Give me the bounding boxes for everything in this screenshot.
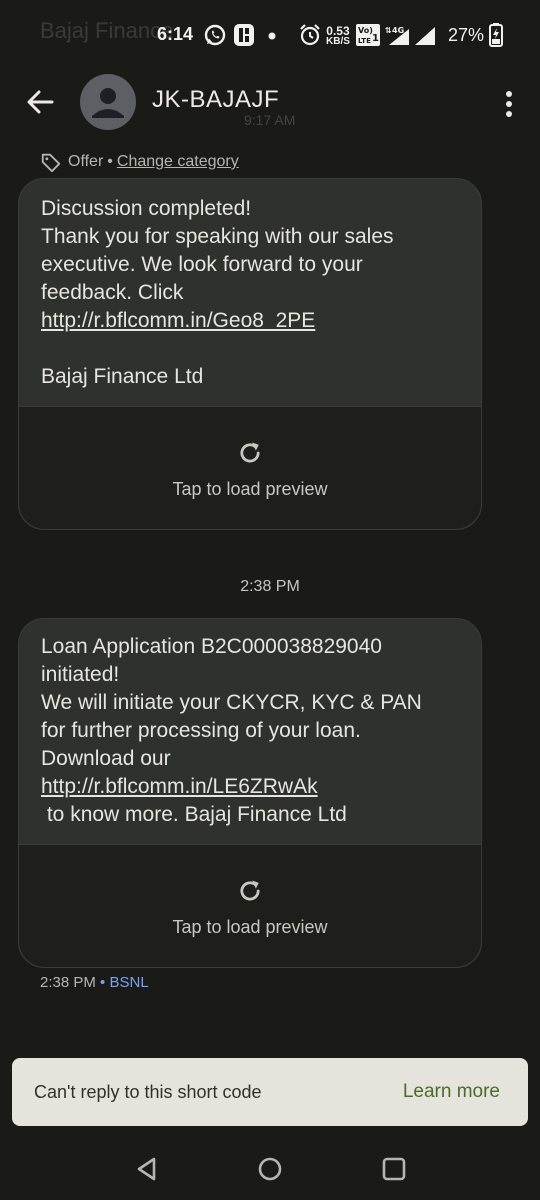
- messages-screen: Bajaj Finance 6:14 0.53 KB/S Vo) LTE 1 ⇅…: [0, 0, 540, 1200]
- navigation-bar: [0, 1138, 540, 1200]
- person-icon: [92, 88, 124, 118]
- alarm-icon: [300, 24, 320, 46]
- status-time: 6:14: [157, 24, 194, 44]
- message-text: Discussion completed! Thank you for spea…: [19, 179, 481, 403]
- message-signature: Bajaj Finance Ltd: [41, 365, 204, 388]
- message-link[interactable]: http://r.bflcomm.in/LE6ZRwAk: [41, 775, 318, 798]
- message-line: executive. We look forward to your: [41, 253, 363, 276]
- message-bubble[interactable]: Discussion completed! Thank you for spea…: [18, 178, 482, 530]
- learn-more-button[interactable]: Learn more: [403, 1081, 500, 1103]
- category-label: Offer: [68, 153, 104, 170]
- avatar[interactable]: [80, 74, 136, 130]
- nav-back-icon[interactable]: [134, 1156, 160, 1182]
- change-category-link[interactable]: Change category: [117, 153, 239, 171]
- preview-label: Tap to load preview: [172, 479, 328, 499]
- short-code-snackbar: Can't reply to this short code Learn mor…: [12, 1058, 528, 1126]
- tag-icon: [41, 153, 61, 173]
- svg-text:1: 1: [372, 33, 379, 44]
- message-line: Download our: [41, 747, 171, 770]
- contact-name[interactable]: JK-BAJAJF: [152, 86, 279, 114]
- preview-label: Tap to load preview: [172, 917, 328, 937]
- message-line: initiated!: [41, 663, 120, 686]
- battery-charging-icon: [489, 23, 503, 47]
- message-line: Thank you for speaking with our sales: [41, 225, 394, 248]
- svg-text:⇅: ⇅: [385, 26, 392, 35]
- message-link[interactable]: http://r.bflcomm.in/Geo8_2PE: [41, 309, 315, 332]
- svg-text:Vo): Vo): [358, 26, 373, 35]
- conversation-header: JK-BAJAJF 9:17 AM: [0, 72, 540, 134]
- volte-icon: Vo) LTE 1: [356, 24, 380, 46]
- svg-text:LTE: LTE: [358, 37, 371, 45]
- message-line: Discussion completed!: [41, 197, 252, 220]
- network-speed: 0.53 KB/S: [326, 25, 350, 47]
- snackbar-message: Can't reply to this short code: [34, 1082, 262, 1102]
- network-speed-unit: KB/S: [326, 36, 350, 47]
- refresh-icon: [240, 880, 260, 901]
- refresh-icon: [240, 442, 260, 463]
- ghost-time: 9:17 AM: [244, 112, 296, 128]
- category-row: Offer • Change category: [40, 150, 239, 174]
- meta-separator: •: [100, 974, 106, 991]
- message-text: Loan Application B2C000038829040 initiat…: [19, 619, 481, 841]
- nav-recents-icon[interactable]: [381, 1156, 407, 1182]
- message-time: 2:38 PM: [40, 974, 96, 991]
- link-preview[interactable]: Tap to load preview: [19, 406, 481, 529]
- more-options-icon[interactable]: [494, 86, 524, 122]
- message-meta: 2:38 PM • BSNL: [40, 974, 149, 991]
- carrier-label: BSNL: [109, 974, 149, 991]
- message-line: Loan Application B2C000038829040: [41, 635, 382, 658]
- battery-percentage: 27%: [448, 25, 485, 45]
- message-line: We will initiate your CKYCR, KYC & PAN: [41, 691, 422, 714]
- message-line: feedback. Click: [41, 281, 184, 304]
- link-preview[interactable]: Tap to load preview: [19, 844, 481, 967]
- message-line: for further processing of your loan.: [41, 719, 361, 742]
- signal-strength-icon: ⇅ 4G: [385, 26, 435, 45]
- message-bubble[interactable]: Loan Application B2C000038829040 initiat…: [18, 618, 482, 968]
- status-bar: Bajaj Finance 6:14 0.53 KB/S Vo) LTE 1 ⇅…: [0, 0, 540, 72]
- message-line: to know more. Bajaj Finance Ltd: [41, 803, 347, 826]
- back-arrow-icon[interactable]: [22, 84, 58, 120]
- network-type: 4G: [392, 26, 404, 35]
- app-notification-icon: [234, 24, 254, 46]
- timestamp-divider: 2:38 PM: [240, 578, 300, 595]
- ghost-title: Bajaj Finance: [40, 18, 174, 43]
- notification-dot-icon: [268, 32, 276, 40]
- nav-home-icon[interactable]: [257, 1156, 283, 1182]
- category-separator: •: [107, 153, 113, 170]
- whatsapp-icon: [204, 24, 226, 46]
